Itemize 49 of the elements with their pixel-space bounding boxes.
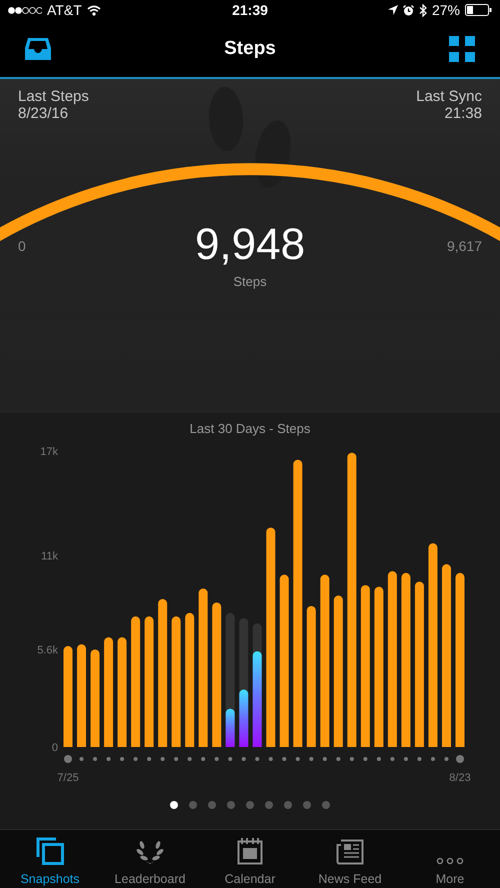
axis-label: 0 bbox=[52, 742, 58, 754]
battery-percent: 27% bbox=[432, 2, 460, 18]
step-bar bbox=[239, 690, 248, 747]
page-dot[interactable] bbox=[322, 801, 330, 809]
last-sync-label: Last Sync bbox=[416, 88, 482, 105]
page-dot[interactable] bbox=[227, 801, 235, 809]
wifi-icon bbox=[86, 4, 101, 16]
inbox-icon[interactable] bbox=[25, 36, 51, 60]
grid-icon[interactable] bbox=[449, 36, 475, 62]
page-dot[interactable] bbox=[189, 801, 197, 809]
snapshots-icon bbox=[36, 837, 64, 865]
axis-label: 17k bbox=[40, 446, 58, 458]
page-dot[interactable] bbox=[284, 801, 292, 809]
calendar-icon bbox=[237, 837, 263, 865]
carrier-name: AT&T bbox=[47, 2, 82, 18]
last-steps-label: Last Steps bbox=[18, 88, 89, 105]
axis-label: 8/23 bbox=[449, 772, 471, 784]
axis-label: 7/25 bbox=[57, 772, 79, 784]
axis-label: 5.6k bbox=[37, 644, 58, 656]
battery-icon bbox=[465, 4, 492, 16]
tab[interactable]: Leaderboard bbox=[100, 830, 200, 888]
tab[interactable]: Calendar bbox=[200, 830, 300, 888]
location-icon bbox=[388, 5, 398, 15]
page-dot[interactable] bbox=[265, 801, 273, 809]
screen-title: Steps bbox=[224, 38, 276, 60]
chart-title: Last 30 Days - Steps bbox=[190, 421, 310, 438]
step-bar bbox=[226, 708, 235, 747]
step-count: 9,948 bbox=[194, 220, 306, 270]
tab[interactable]: News Feed bbox=[300, 830, 400, 888]
alarm-icon bbox=[402, 4, 414, 16]
page-dot[interactable] bbox=[246, 801, 254, 809]
page-dot[interactable] bbox=[208, 801, 216, 809]
tab[interactable]: Snapshots bbox=[0, 830, 100, 888]
laurel-icon bbox=[136, 839, 164, 865]
signal-icon bbox=[8, 6, 42, 14]
step-unit: Steps bbox=[233, 274, 267, 289]
status-time: 21:39 bbox=[232, 2, 268, 18]
page-dot[interactable] bbox=[170, 801, 178, 809]
last-sync-time: 21:38 bbox=[444, 105, 482, 122]
footprints-icon bbox=[208, 87, 291, 188]
page-dot[interactable] bbox=[303, 801, 311, 809]
more-icon bbox=[436, 857, 464, 865]
bluetooth-icon bbox=[418, 4, 427, 16]
newspaper-icon bbox=[336, 839, 364, 865]
last-steps-date: 8/23/16 bbox=[18, 105, 70, 122]
axis-label: 11k bbox=[41, 550, 58, 562]
gauge-goal: 9,617 bbox=[446, 238, 482, 254]
gauge-min: 0 bbox=[18, 238, 27, 254]
tab[interactable]: More bbox=[400, 830, 500, 888]
